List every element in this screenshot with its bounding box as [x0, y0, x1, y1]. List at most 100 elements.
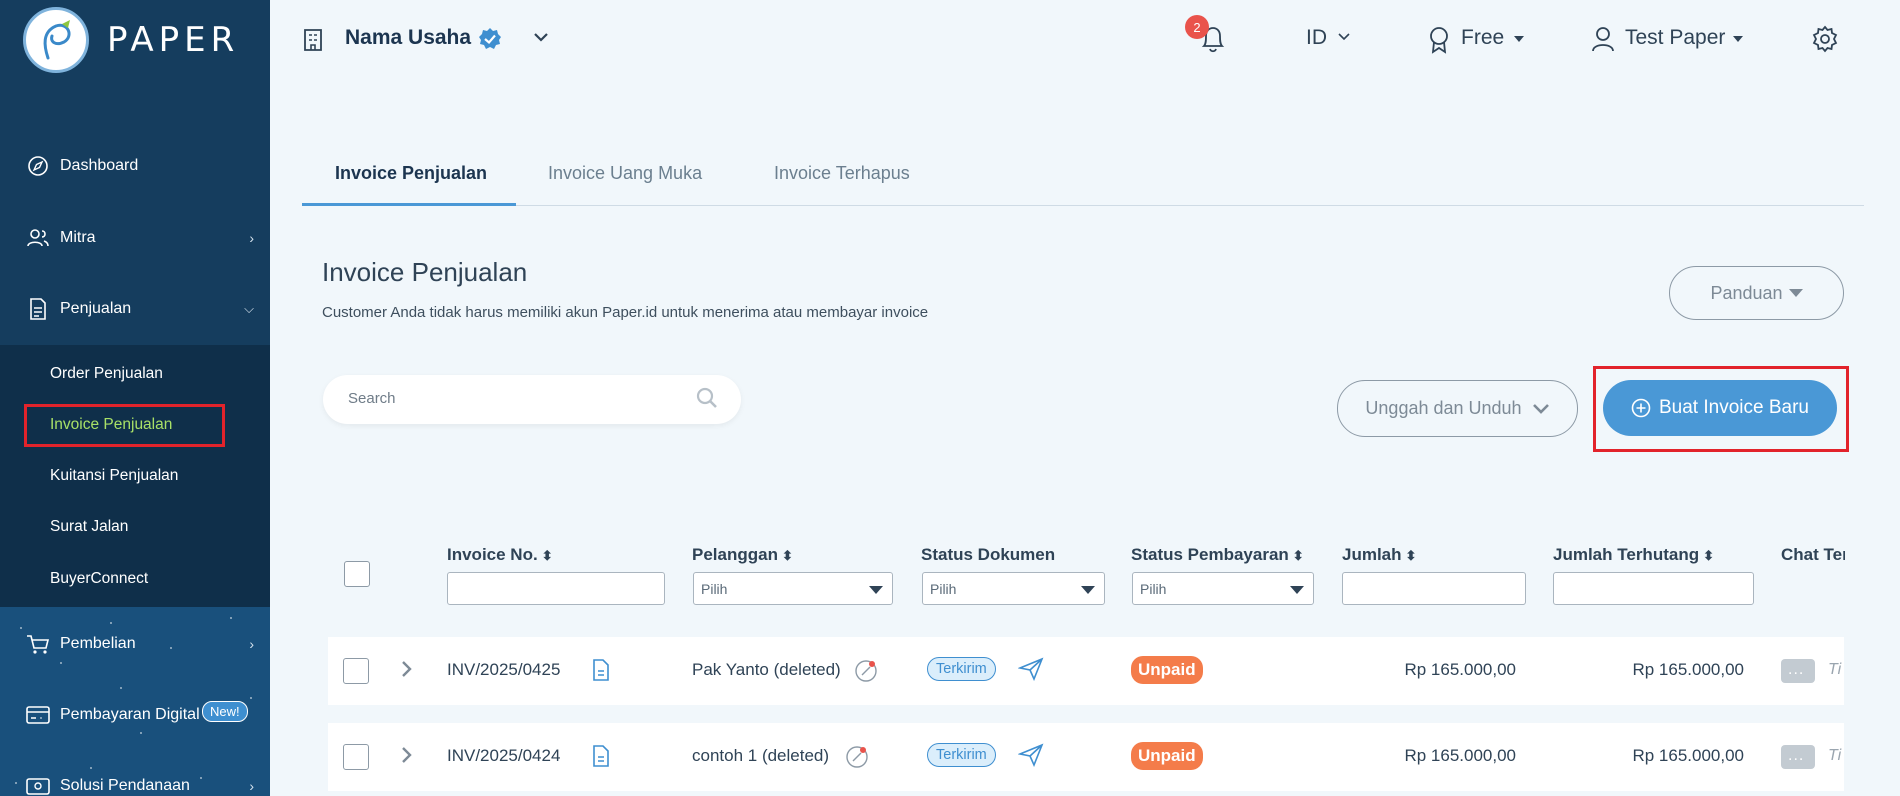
- sort-icon: ⬍: [781, 548, 793, 563]
- logo[interactable]: PAPER: [0, 0, 270, 80]
- sidebar-subitem-surat-jalan[interactable]: Surat Jalan: [50, 518, 128, 536]
- send-icon[interactable]: [1017, 657, 1044, 686]
- tab-invoice-terhapus[interactable]: Invoice Terhapus: [774, 163, 910, 184]
- guide-button-label: Panduan: [1710, 282, 1783, 303]
- sidebar-item-label: Pembelian: [60, 635, 136, 652]
- paper-logo-icon: [23, 7, 89, 73]
- search-placeholder: Search: [348, 390, 396, 407]
- upload-download-label: Unggah dan Unduh: [1365, 398, 1522, 418]
- verified-icon: [478, 27, 502, 56]
- chevron-down-icon[interactable]: [532, 30, 550, 49]
- payment-status-badge: Unpaid: [1131, 656, 1203, 684]
- sort-icon: ⬍: [1405, 548, 1417, 563]
- chevron-right-icon: ›: [249, 230, 254, 246]
- plan-selector[interactable]: Free: [1461, 26, 1504, 50]
- filter-status-pembayaran-select[interactable]: Pilih: [1132, 572, 1314, 605]
- row-checkbox[interactable]: [343, 658, 369, 684]
- chevron-down-icon: [1337, 30, 1351, 48]
- sort-icon: ⬍: [1703, 548, 1714, 563]
- chevron-right-icon: ›: [249, 636, 254, 652]
- expand-chevron-icon[interactable]: [400, 746, 412, 769]
- column-header-pelanggan[interactable]: Pelanggan ⬍: [692, 545, 793, 565]
- link-broken-icon: [845, 745, 869, 774]
- tabs-divider: [302, 205, 1864, 206]
- sidebar-subitem-kuitansi-penjualan[interactable]: Kuitansi Penjualan: [50, 467, 178, 485]
- caret-down-icon: [1514, 36, 1524, 42]
- send-icon[interactable]: [1017, 743, 1044, 772]
- user-menu[interactable]: Test Paper: [1625, 26, 1725, 50]
- chat-icon[interactable]: ...: [1781, 745, 1815, 769]
- column-header-chat: Chat Ter: [1781, 545, 1845, 564]
- card-icon: [26, 703, 50, 727]
- sidebar-subitem-buyerconnect[interactable]: BuyerConnect: [50, 570, 148, 588]
- notification-count-badge: 2: [1185, 15, 1209, 39]
- chat-icon[interactable]: ...: [1781, 659, 1815, 683]
- payment-status-badge: Unpaid: [1131, 742, 1203, 770]
- user-icon: [1591, 26, 1615, 57]
- sidebar-subitem-order-penjualan[interactable]: Order Penjualan: [50, 365, 163, 383]
- top-bar: Nama Usaha 2 ID Free Test Paper: [270, 0, 1900, 78]
- customer-name: Pak Yanto (deleted): [692, 660, 841, 679]
- sidebar-item-mitra[interactable]: Mitra ›: [0, 213, 270, 263]
- column-header-status-pembayaran[interactable]: Status Pembayaran ⬍: [1131, 545, 1304, 565]
- sidebar-item-label: Pembayaran Digital: [60, 706, 200, 723]
- tab-invoice-uang-muka[interactable]: Invoice Uang Muka: [548, 163, 702, 184]
- highlight-box: [24, 404, 225, 447]
- table-row[interactable]: INV/2025/0425 Pak Yanto (deleted) Terkir…: [328, 637, 1844, 705]
- expand-chevron-icon[interactable]: [400, 660, 412, 683]
- users-icon: [26, 226, 50, 250]
- amount: Rp 165.000,00: [1404, 746, 1516, 765]
- filter-invoice-no-input[interactable]: [447, 572, 665, 605]
- sidebar-item-label: Penjualan: [60, 300, 132, 317]
- language-selector[interactable]: ID: [1306, 26, 1327, 50]
- file-icon[interactable]: [592, 745, 610, 772]
- sidebar-item-penjualan[interactable]: Penjualan ⌵: [0, 284, 270, 334]
- file-icon[interactable]: [592, 659, 610, 686]
- sidebar-item-pembelian[interactable]: Pembelian ›: [0, 619, 270, 669]
- filter-pelanggan-select[interactable]: Pilih: [693, 572, 893, 605]
- invoice-number[interactable]: INV/2025/0425: [447, 660, 560, 680]
- search-icon: [696, 387, 718, 414]
- page-subtitle: Customer Anda tidak harus memiliki akun …: [322, 304, 929, 321]
- new-badge: New!: [202, 701, 248, 722]
- wallet-icon: [26, 774, 50, 796]
- sidebar-item-label: Mitra: [60, 229, 96, 246]
- sidebar: PAPER Dashboard Mitra › Penjualan ⌵ Orde…: [0, 0, 270, 796]
- award-icon: [1428, 26, 1450, 59]
- sidebar-item-dashboard[interactable]: Dashboard: [0, 141, 270, 191]
- doc-status-badge: Terkirim: [927, 743, 996, 767]
- chevron-down-icon: [1532, 403, 1550, 415]
- active-tab-indicator: [302, 203, 516, 206]
- business-name[interactable]: Nama Usaha: [345, 26, 471, 50]
- column-header-status-dokumen: Status Dokumen: [921, 545, 1056, 564]
- column-header-invoice-no[interactable]: Invoice No. ⬍: [447, 545, 553, 565]
- chat-text: Ti: [1828, 661, 1842, 678]
- store-icon: [302, 26, 324, 57]
- customer-name: contoh 1 (deleted): [692, 746, 830, 765]
- amount-owed: Rp 165.000,00: [1632, 746, 1744, 765]
- filter-jumlah-input[interactable]: [1342, 572, 1526, 605]
- gear-icon[interactable]: [1811, 25, 1839, 58]
- sidebar-item-solusi-pendanaan[interactable]: Solusi Pendanaan ›: [0, 761, 270, 796]
- row-checkbox[interactable]: [343, 744, 369, 770]
- column-header-jumlah[interactable]: Jumlah ⬍: [1342, 545, 1416, 565]
- chevron-right-icon: ›: [249, 778, 254, 794]
- caret-down-icon: [1788, 289, 1803, 297]
- filter-status-dokumen-select[interactable]: Pilih: [922, 572, 1105, 605]
- cart-icon: [26, 632, 50, 656]
- doc-status-badge: Terkirim: [927, 657, 996, 681]
- page-title: Invoice Penjualan: [322, 257, 528, 287]
- tab-invoice-penjualan[interactable]: Invoice Penjualan: [335, 163, 487, 184]
- sort-icon: ⬍: [541, 548, 553, 563]
- column-header-jumlah-terhutang[interactable]: Jumlah Terhutang ⬍: [1553, 545, 1714, 565]
- filter-jumlah-terhutang-input[interactable]: [1553, 572, 1754, 605]
- invoice-number[interactable]: INV/2025/0424: [447, 746, 560, 766]
- select-all-checkbox[interactable]: [344, 561, 370, 587]
- upload-download-button[interactable]: Unggah dan Unduh: [1337, 380, 1578, 437]
- amount: Rp 165.000,00: [1404, 660, 1516, 679]
- compass-icon: [26, 154, 50, 178]
- table-row[interactable]: INV/2025/0424 contoh 1 (deleted) Terkiri…: [328, 723, 1844, 791]
- sort-icon: ⬍: [1292, 548, 1304, 563]
- guide-button[interactable]: Panduan: [1669, 266, 1844, 320]
- sidebar-item-label: Dashboard: [60, 157, 139, 174]
